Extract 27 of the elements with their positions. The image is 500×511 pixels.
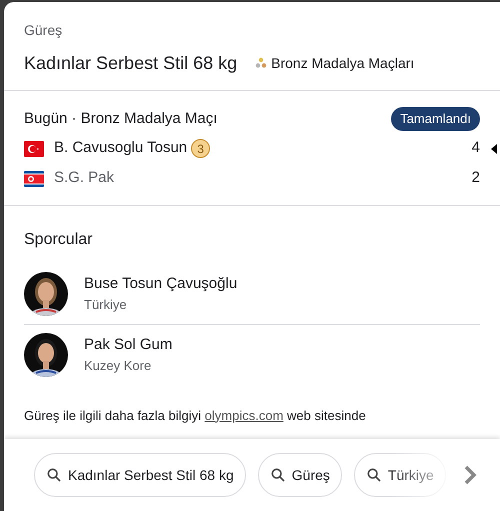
search-icon xyxy=(366,467,382,483)
score: 2 xyxy=(472,168,480,188)
olympics-link[interactable]: olympics.com xyxy=(204,408,284,422)
search-icon xyxy=(46,467,62,483)
competitor-name: S.G. Pak xyxy=(54,168,114,188)
athlete-name[interactable]: Pak Sol Gum xyxy=(84,334,172,354)
section-title: Sporcular xyxy=(24,230,94,250)
competitor-name: B. Cavusoglu Tosun xyxy=(54,138,188,158)
medals-icon xyxy=(255,57,268,69)
search-chip[interactable]: Türkiye xyxy=(354,453,446,497)
score: 4 xyxy=(472,138,480,158)
flag-icon xyxy=(24,140,44,156)
phase-label: Bronz Madalya Maçları xyxy=(271,54,414,73)
match-title: Bugün · Bronz Madalya Maçı xyxy=(24,108,218,128)
chevron-right-icon[interactable] xyxy=(463,464,477,486)
search-chip[interactable]: Güreş xyxy=(258,453,342,497)
rank-badge: 3 xyxy=(191,139,210,158)
sport-title: Güreş xyxy=(24,21,64,39)
status-badge: Tamamlandı xyxy=(391,107,480,130)
search-icon xyxy=(270,467,286,483)
event-title: Kadınlar Serbest Stil 68 kg xyxy=(24,52,238,74)
athlete-country: Kuzey Kore xyxy=(84,356,152,374)
flag-icon xyxy=(24,170,44,186)
athlete-country: Türkiye xyxy=(84,296,128,314)
info-text: Güreş ile ilgili daha fazla bilgiyi olympics.com web sitesinde xyxy=(24,406,367,424)
athlete-name[interactable]: Buse Tosun Çavuşoğlu xyxy=(84,274,238,294)
search-chip[interactable]: Kadınlar Serbest Stil 68 kg xyxy=(34,453,246,497)
